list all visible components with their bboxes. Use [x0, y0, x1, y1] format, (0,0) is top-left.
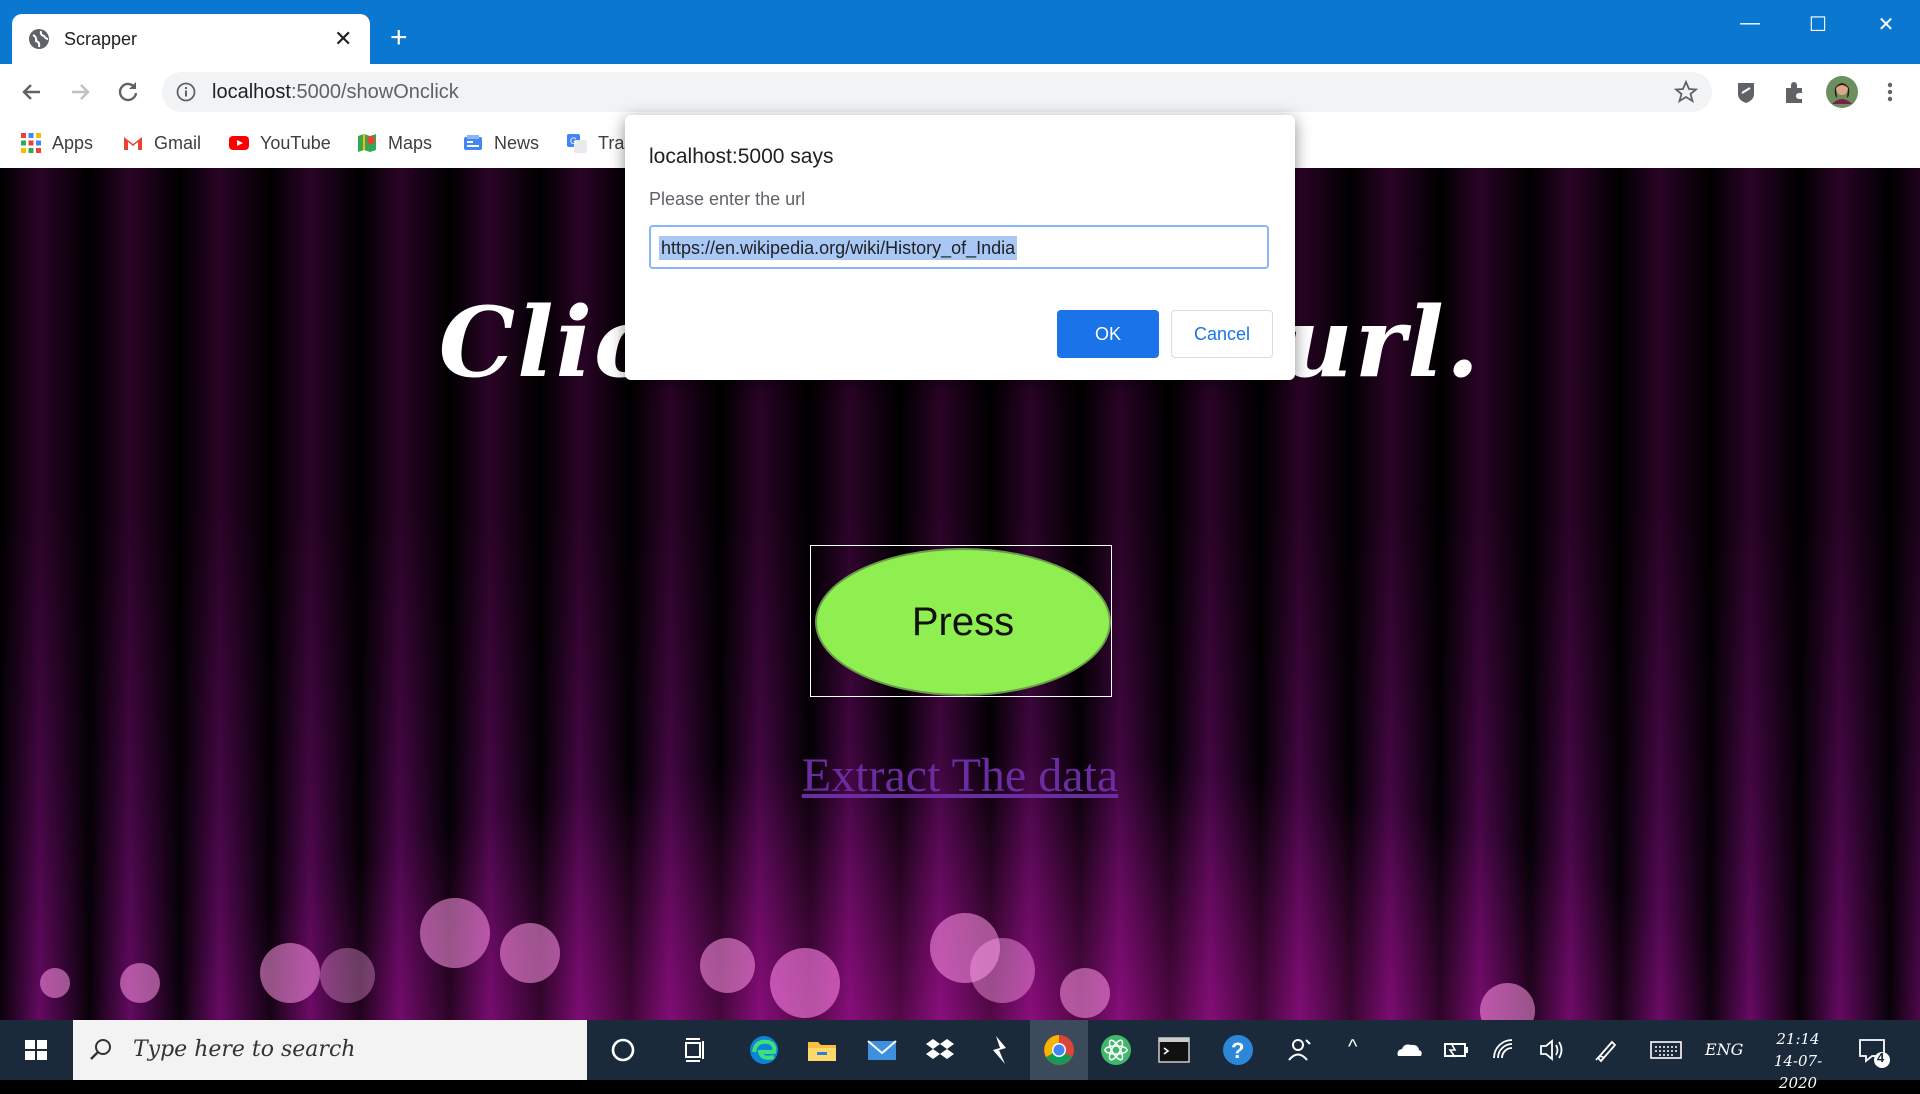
- bookmark-gmail[interactable]: Gmail: [122, 128, 201, 158]
- bookmark-youtube[interactable]: YouTube: [228, 128, 331, 158]
- browser-tab[interactable]: Scrapper ✕: [12, 14, 370, 64]
- ok-button[interactable]: OK: [1057, 310, 1159, 358]
- url-host: localhost: [212, 81, 291, 103]
- site-info-icon[interactable]: [176, 82, 196, 102]
- bookmark-maps[interactable]: Maps: [356, 128, 432, 158]
- mail-icon[interactable]: [862, 1030, 902, 1070]
- prompt-dialog: localhost:5000 says Please enter the url…: [625, 115, 1295, 380]
- bookmark-news[interactable]: News: [462, 128, 539, 158]
- volume-icon[interactable]: [1532, 1030, 1572, 1070]
- youtube-icon: [229, 136, 249, 150]
- bokeh-decoration: [970, 938, 1035, 1003]
- forward-icon[interactable]: [66, 78, 94, 106]
- taskbar-clock[interactable]: 21:14 14-07-2020: [1758, 1028, 1838, 1094]
- pen-ink-icon[interactable]: [1586, 1030, 1626, 1070]
- windows-taskbar: Type here to search ? ^ ENG 21:14 14-07-…: [0, 1020, 1920, 1092]
- cortana-icon[interactable]: [603, 1030, 643, 1070]
- browser-tabstrip: Scrapper ✕ + — ☐ ✕: [0, 0, 1920, 64]
- taskbar-search-box[interactable]: Type here to search: [73, 1020, 587, 1080]
- language-indicator[interactable]: ENG: [1705, 1040, 1743, 1059]
- cancel-button[interactable]: Cancel: [1171, 310, 1273, 358]
- tab-title: Scrapper: [64, 29, 138, 49]
- file-explorer-icon[interactable]: [802, 1030, 842, 1070]
- wifi-icon[interactable]: [1484, 1030, 1524, 1070]
- gmail-icon: [124, 137, 142, 150]
- task-view-icon[interactable]: [675, 1030, 715, 1070]
- bokeh-decoration: [1480, 983, 1535, 1020]
- back-icon[interactable]: [18, 78, 46, 106]
- bokeh-decoration: [260, 943, 320, 1003]
- svg-text:?: ?: [1231, 1038, 1244, 1063]
- search-icon: [90, 1039, 111, 1060]
- apps-grid-icon: [21, 133, 41, 153]
- bookmark-label: Maps: [388, 132, 433, 153]
- clock-date: 14-07-2020: [1773, 1052, 1823, 1092]
- bokeh-decoration: [420, 898, 490, 968]
- app-bolt-icon[interactable]: [980, 1030, 1020, 1070]
- bokeh-decoration: [700, 938, 755, 993]
- browser-toolbar: localhost:5000/showOnclick: [0, 64, 1920, 120]
- press-button-frame: Press: [810, 545, 1112, 697]
- tab-close-icon[interactable]: ✕: [334, 26, 352, 52]
- menu-kebab-icon[interactable]: [1876, 78, 1904, 106]
- terminal-icon[interactable]: [1154, 1030, 1194, 1070]
- battery-icon[interactable]: [1436, 1030, 1476, 1070]
- bookmark-label: News: [494, 132, 540, 153]
- new-tab-icon[interactable]: +: [390, 22, 408, 54]
- close-window-icon[interactable]: ✕: [1868, 12, 1904, 37]
- edge-icon[interactable]: [744, 1030, 784, 1070]
- show-hidden-icons-icon[interactable]: ^: [1348, 1036, 1357, 1059]
- bookmark-label: YouTube: [260, 132, 331, 153]
- dialog-title: localhost:5000 says: [649, 145, 834, 168]
- onedrive-icon[interactable]: [1388, 1030, 1428, 1070]
- bookmark-label: Apps: [52, 132, 94, 153]
- extensions-puzzle-icon[interactable]: [1780, 78, 1808, 106]
- bokeh-decoration: [40, 968, 70, 998]
- bokeh-decoration: [320, 948, 375, 1003]
- news-icon: [464, 135, 482, 150]
- touch-keyboard-icon[interactable]: [1646, 1030, 1686, 1070]
- translate-icon: G: [567, 134, 587, 153]
- help-icon[interactable]: ?: [1218, 1030, 1258, 1070]
- windows-start-icon[interactable]: [16, 1030, 56, 1070]
- minimize-icon[interactable]: —: [1732, 12, 1768, 35]
- chrome-taskbar-item[interactable]: [1030, 1020, 1088, 1080]
- url-text: localhost:5000/showOnclick: [212, 81, 459, 104]
- extract-data-link[interactable]: Extract The data: [0, 748, 1920, 803]
- bokeh-decoration: [1060, 968, 1110, 1018]
- bokeh-decoration: [770, 948, 840, 1018]
- address-bar[interactable]: localhost:5000/showOnclick: [162, 72, 1712, 112]
- profile-avatar[interactable]: [1826, 76, 1858, 108]
- notifications-icon[interactable]: [1852, 1030, 1892, 1070]
- bookmark-translate[interactable]: G Tra: [566, 128, 624, 158]
- bookmark-label: Tra: [598, 132, 625, 153]
- svg-text:G: G: [570, 136, 577, 146]
- dialog-message: Please enter the url: [649, 189, 806, 209]
- dropbox-icon[interactable]: [920, 1030, 960, 1070]
- url-input-value: https://en.wikipedia.org/wiki/History_of…: [659, 236, 1018, 260]
- bookmark-label: Gmail: [154, 132, 202, 153]
- bookmark-star-icon[interactable]: [1674, 80, 1698, 104]
- reload-icon[interactable]: [114, 78, 142, 106]
- bookmark-apps[interactable]: Apps: [20, 128, 93, 158]
- globe-icon: [29, 29, 49, 49]
- maps-icon: [358, 134, 376, 152]
- atom-editor-icon[interactable]: [1096, 1030, 1136, 1070]
- headline-right-text: url.: [1283, 286, 1482, 399]
- clock-time: 21:14: [1776, 1030, 1820, 1048]
- url-path: :5000/showOnclick: [290, 81, 459, 103]
- bokeh-decoration: [500, 923, 560, 983]
- search-placeholder: Type here to search: [133, 1037, 356, 1062]
- extension-shield-icon[interactable]: [1732, 78, 1760, 106]
- people-icon[interactable]: [1280, 1030, 1320, 1070]
- maximize-icon[interactable]: ☐: [1800, 12, 1836, 37]
- press-button[interactable]: Press: [815, 548, 1111, 696]
- notification-count-badge: 4: [1877, 1050, 1885, 1065]
- chrome-icon: [1044, 1035, 1074, 1065]
- bokeh-decoration: [120, 963, 160, 1003]
